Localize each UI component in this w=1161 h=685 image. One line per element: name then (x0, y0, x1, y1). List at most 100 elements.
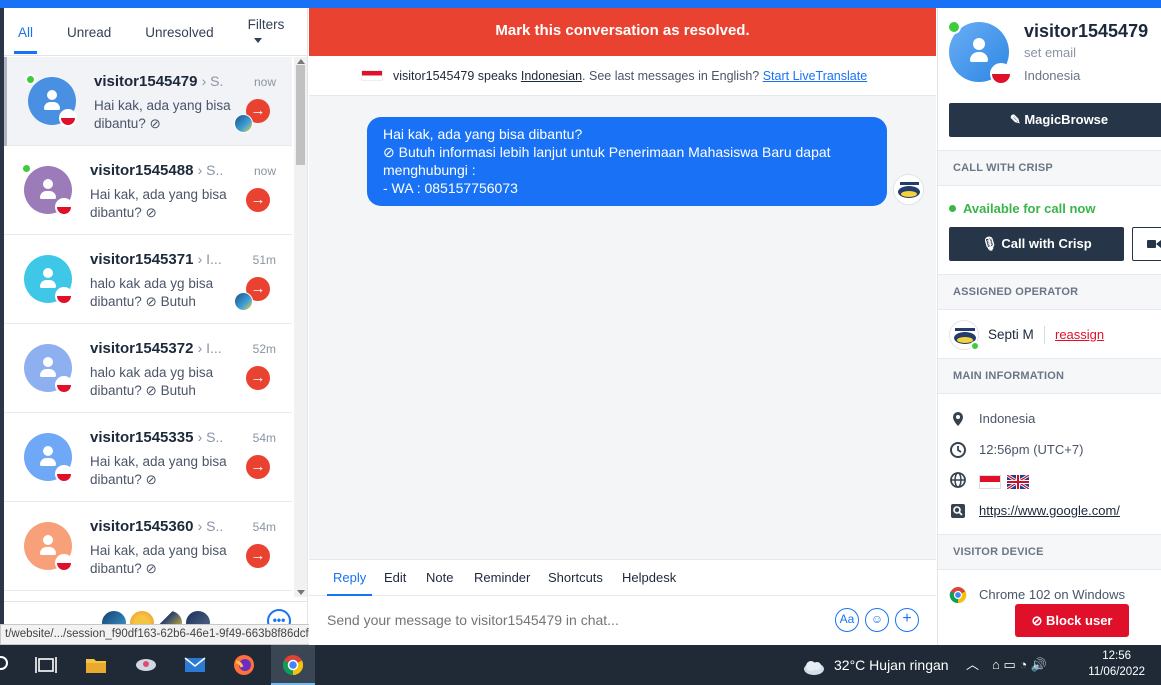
resolve-conversation-button[interactable]: Mark this conversation as resolved. (309, 8, 936, 56)
user-icon (40, 179, 56, 201)
conversation-time: 51m (252, 253, 276, 267)
tab-helpdesk[interactable]: Helpdesk (622, 560, 676, 596)
tray-chevron-up-icon[interactable]: ︿ (966, 645, 979, 685)
conversation-item[interactable]: visitor1545372 › I... 52m halo kak ada yg … (4, 324, 292, 413)
conversation-preview: Hai kak, ada yang bisa dibantu? ⊘ (90, 187, 227, 220)
emoji-icon[interactable]: ☺ (865, 608, 889, 632)
tab-all[interactable]: All (14, 11, 38, 54)
search-icon[interactable] (0, 656, 8, 670)
microphone-icon: 🎙 (981, 236, 1002, 251)
windows-taskbar: 32°C Hujan ringan ︿ ⌂ ▭ ◔ 🔊 12:56 11/06/… (0, 645, 1161, 685)
tray-system-icons[interactable]: ⌂ ▭ ◔ 🔊 (992, 645, 1047, 685)
photos-icon[interactable] (134, 653, 158, 677)
conversation-item[interactable]: visitor1545360 › S.. 54m Hai kak, ada yang… (4, 502, 292, 591)
location-text: Indonesia (979, 411, 1036, 426)
clock-icon (950, 442, 966, 458)
conversation-item[interactable]: visitor1545371 › I... 51m halo kak ada yg … (4, 235, 292, 324)
website-link[interactable]: https://www.google.com/ (979, 503, 1120, 518)
location-pin-icon (953, 412, 963, 426)
indonesia-flag-icon (55, 554, 73, 572)
block-label: Block user (1046, 613, 1113, 628)
call-with-crisp-button[interactable]: 🎙 Call with Crisp (949, 227, 1124, 261)
user-icon (40, 357, 56, 379)
magicbrowse-label: MagicBrowse (1024, 112, 1109, 127)
scroll-up-icon[interactable] (297, 59, 305, 64)
user-icon (970, 38, 988, 64)
scroll-down-icon[interactable] (297, 590, 305, 595)
conversation-time: now (253, 75, 276, 89)
conversation-name: visitor1545372 › I... (90, 340, 222, 357)
operator-avatar (234, 114, 253, 133)
arrow-right-icon[interactable]: → (246, 455, 270, 479)
tab-unresolved[interactable]: Unresolved (141, 11, 217, 53)
user-icon (40, 535, 56, 557)
taskbar-clock[interactable]: 12:56 11/06/2022 (1088, 648, 1145, 680)
set-email-field[interactable]: set email (1024, 45, 1076, 60)
indonesia-flag-icon (361, 70, 383, 81)
tab-shortcuts[interactable]: Shortcuts (548, 560, 603, 596)
conversation-item[interactable]: visitor1545479 › S. now Hai kak, ada yang … (4, 57, 292, 146)
conversation-name: visitor1545371 › I... (90, 251, 222, 268)
clock-time: 12:56 (1102, 650, 1132, 662)
message-input[interactable] (327, 608, 807, 632)
arrow-right-icon[interactable]: → (246, 544, 270, 568)
chrome-taskbar-button[interactable] (271, 645, 315, 685)
task-view-icon[interactable] (34, 653, 58, 677)
composer-mode-tabs: Reply Edit Note Reminder Shortcuts Helpd… (309, 559, 936, 597)
lt-visitor-text: visitor1545479 speaks (393, 69, 518, 83)
status-url-tooltip: t/website/.../session_f90df163-62b6-46e1… (0, 624, 326, 645)
block-user-button[interactable]: ⊘ Block user (1015, 604, 1129, 637)
tab-reminder[interactable]: Reminder (474, 560, 530, 596)
chrome-icon (282, 655, 304, 676)
visitor-name: visitor1545479 (1024, 21, 1149, 41)
mail-icon[interactable] (183, 653, 207, 677)
user-icon (40, 268, 56, 290)
language-flags (979, 473, 1030, 490)
chat-panel: Mark this conversation as resolved. visi… (309, 8, 936, 645)
indonesia-flag-icon (55, 465, 73, 483)
magic-wand-icon: ✎ (1009, 112, 1025, 127)
user-icon (40, 446, 56, 468)
tab-unread[interactable]: Unread (63, 11, 115, 53)
uk-flag-icon (1006, 473, 1030, 490)
message-line: Hai kak, ada yang bisa dibantu? (383, 126, 583, 142)
arrow-right-icon[interactable]: → (246, 188, 270, 212)
conversation-item[interactable]: visitor1545335 › S.. 54m Hai kak, ada yang… (4, 413, 292, 502)
call-availability: Available for call now (949, 201, 1095, 216)
magicbrowse-button[interactable]: ✎ MagicBrowse (949, 103, 1161, 137)
clock-date: 11/06/2022 (1088, 666, 1145, 678)
globe-icon (950, 472, 966, 488)
indonesia-flag-icon (55, 287, 73, 305)
tab-reply[interactable]: Reply (326, 560, 373, 597)
filters-label: Filters (247, 17, 285, 32)
tab-note[interactable]: Note (426, 560, 453, 596)
scroll-thumb[interactable] (296, 65, 305, 165)
add-attachment-icon[interactable]: + (895, 608, 919, 632)
conversation-preview: Hai kak, ada yang bisa dibantu? ⊘ (90, 454, 227, 487)
weather-cloud-icon (804, 661, 824, 675)
list-scrollbar[interactable] (294, 57, 307, 597)
lt-question: . See last messages in English? (582, 69, 760, 83)
start-livetranslate-link[interactable]: Start LiveTranslate (763, 69, 867, 83)
tab-edit[interactable]: Edit (384, 560, 406, 596)
conversation-item[interactable]: visitor1545488 › S.. now Hai kak, ada yang… (4, 146, 292, 235)
online-indicator (947, 20, 961, 34)
top-accent-bar (0, 0, 1161, 8)
conversation-name: visitor1545479 › S. (94, 73, 224, 90)
arrow-right-icon[interactable]: → (246, 366, 270, 390)
file-explorer-icon[interactable] (84, 653, 108, 677)
firefox-icon[interactable] (232, 653, 256, 677)
reassign-link[interactable]: reassign (1055, 327, 1104, 342)
weather-text[interactable]: 32°C Hujan ringan (834, 645, 949, 685)
main-info-header: MAIN INFORMATION (938, 358, 1161, 394)
tab-filters[interactable]: Filters (244, 3, 289, 60)
video-call-icon[interactable] (1132, 227, 1161, 261)
assigned-operator-name: Septi M (988, 327, 1034, 342)
format-text-button[interactable]: Aa (835, 608, 859, 632)
conversation-name: visitor1545335 › S.. (90, 429, 224, 446)
indonesia-flag-icon (55, 198, 73, 216)
device-section-header: VISITOR DEVICE (938, 534, 1161, 570)
list-filter-tabs: All Unread Unresolved Filters (4, 8, 307, 56)
conversation-preview: halo kak ada yg bisa dibantu? ⊘ Butuh (90, 276, 214, 309)
visitor-country: Indonesia (1024, 68, 1081, 83)
